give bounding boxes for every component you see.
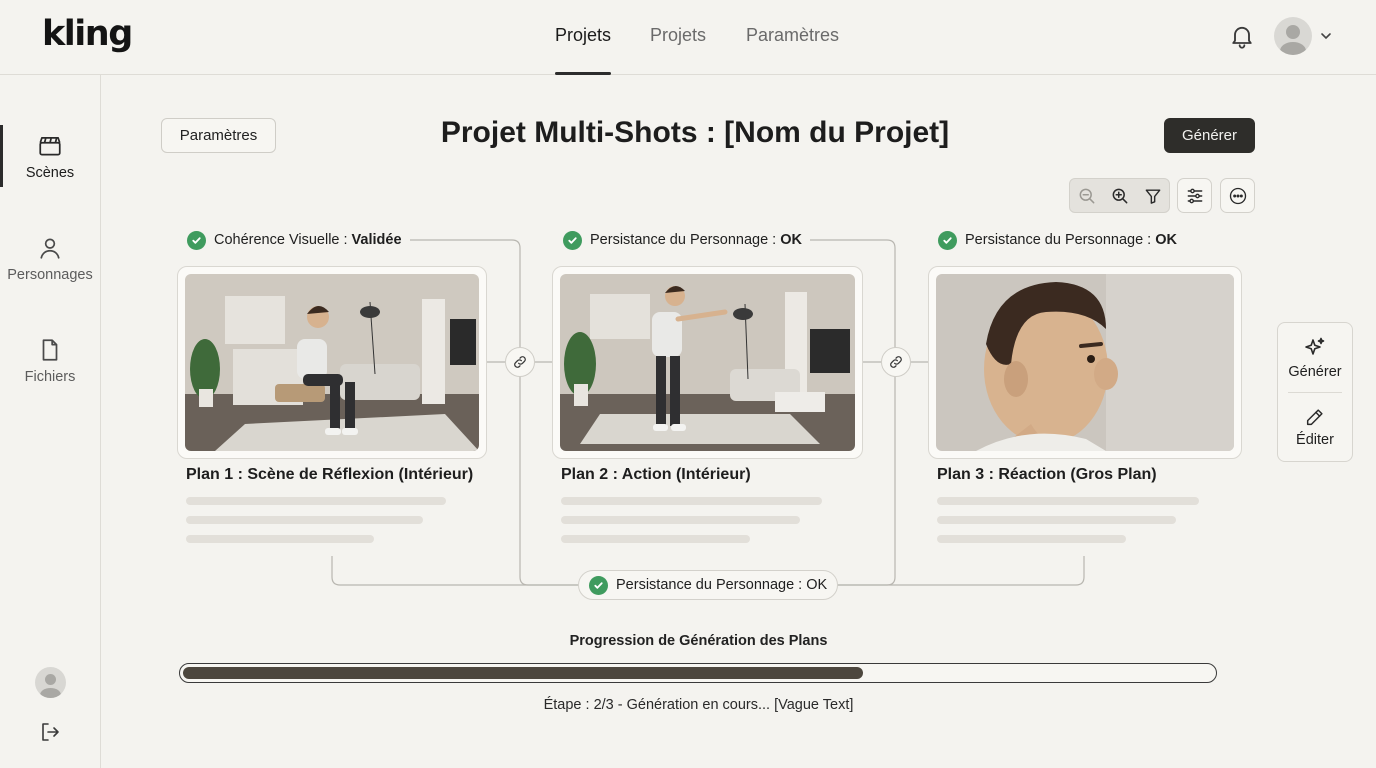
quick-actions-panel: Générer Éditer bbox=[1277, 322, 1353, 462]
person-icon bbox=[40, 238, 60, 259]
placeholder-line bbox=[561, 516, 800, 524]
shot-thumbnail-1 bbox=[185, 274, 479, 451]
sidebar-item-label: Personnages bbox=[7, 267, 93, 283]
placeholder-line bbox=[937, 516, 1176, 524]
badge-value: OK bbox=[1155, 232, 1177, 248]
check-icon bbox=[563, 230, 582, 250]
top-bar: kling Projets Projets Paramètres bbox=[0, 0, 1376, 75]
parameters-button[interactable]: Paramètres bbox=[161, 118, 276, 153]
progress-fill bbox=[183, 667, 863, 679]
placeholder-line bbox=[186, 497, 446, 505]
sidebar-item-personnages[interactable]: Personnages bbox=[0, 235, 100, 283]
badge-value: OK bbox=[780, 232, 802, 248]
nav-tab-parametres[interactable]: Paramètres bbox=[746, 25, 839, 75]
badge-label: Cohérence Visuelle : bbox=[214, 232, 348, 248]
persistence-summary-badge: Persistance du Personnage : OK bbox=[578, 570, 838, 600]
bell-icon[interactable] bbox=[1228, 22, 1256, 50]
shot-title-2: Plan 2 : Action (Intérieur) bbox=[561, 466, 751, 483]
placeholder-line bbox=[186, 516, 423, 524]
check-icon bbox=[187, 230, 206, 250]
panel-divider bbox=[1288, 392, 1342, 393]
app-logo[interactable]: kling bbox=[42, 14, 133, 54]
clapperboard-icon bbox=[39, 137, 61, 156]
filter-icon[interactable] bbox=[1143, 186, 1163, 206]
placeholder-line bbox=[561, 535, 750, 543]
sliders-icon bbox=[1187, 188, 1202, 203]
shot-title-1: Plan 1 : Scène de Réflexion (Intérieur) bbox=[186, 466, 474, 483]
file-icon bbox=[42, 339, 58, 361]
shot-card-3[interactable] bbox=[928, 266, 1242, 459]
page-title: Projet Multi-Shots : [Nom du Projet] bbox=[440, 116, 950, 149]
placeholder-line bbox=[937, 535, 1126, 543]
pencil-icon bbox=[1306, 409, 1323, 426]
nav-tab-projets-2[interactable]: Projets bbox=[650, 25, 706, 75]
link-icon bbox=[514, 356, 526, 368]
check-icon bbox=[938, 230, 957, 250]
progress-title: Progression de Génération des Plans bbox=[569, 633, 828, 649]
check-icon bbox=[589, 575, 608, 595]
progress-status: Étape : 2/3 - Génération en cours... [Va… bbox=[543, 697, 854, 713]
placeholder-line bbox=[561, 497, 822, 505]
shot-card-2[interactable] bbox=[552, 266, 863, 459]
shot-thumbnail-3 bbox=[936, 274, 1234, 451]
more-button[interactable] bbox=[1220, 178, 1255, 213]
badge-label: Persistance du Personnage : bbox=[965, 232, 1152, 248]
sidebar: Scènes Personnages Fichiers bbox=[0, 75, 101, 768]
link-button-1-2[interactable] bbox=[505, 347, 535, 377]
placeholder-line bbox=[186, 535, 374, 543]
sliders-button[interactable] bbox=[1177, 178, 1212, 213]
logout-icon[interactable] bbox=[38, 720, 62, 744]
panel-edit-label: Éditer bbox=[1296, 432, 1334, 448]
more-icon bbox=[1229, 187, 1246, 204]
shot-thumbnail-2 bbox=[560, 274, 855, 451]
shot-card-1[interactable] bbox=[177, 266, 487, 459]
user-avatar[interactable] bbox=[35, 667, 66, 698]
persistence-badge-3: Persistance du Personnage : OK bbox=[938, 229, 1185, 251]
coherence-badge: Cohérence Visuelle : Validée bbox=[187, 229, 410, 251]
badge-value: Validée bbox=[351, 232, 402, 248]
link-button-2-3[interactable] bbox=[881, 347, 911, 377]
generate-button[interactable]: Générer bbox=[1164, 118, 1255, 153]
sidebar-item-label: Scènes bbox=[25, 165, 75, 181]
sidebar-item-scenes[interactable]: Scènes bbox=[0, 133, 100, 181]
link-icon bbox=[890, 356, 902, 368]
shot-title-3: Plan 3 : Réaction (Gros Plan) bbox=[937, 466, 1157, 483]
chevron-down-icon[interactable] bbox=[1318, 28, 1334, 44]
zoom-filter-toolgroup bbox=[1069, 178, 1170, 213]
sidebar-item-label: Fichiers bbox=[24, 369, 76, 385]
panel-generate-button[interactable]: Générer bbox=[1278, 336, 1352, 380]
nav-tab-projets[interactable]: Projets bbox=[555, 25, 612, 75]
zoom-in-icon[interactable] bbox=[1110, 186, 1130, 206]
persistence-badge-2: Persistance du Personnage : OK bbox=[563, 229, 810, 251]
sparkle-icon bbox=[1305, 337, 1325, 355]
badge-label: Persistance du Personnage : OK bbox=[616, 577, 828, 593]
progress-bar bbox=[179, 663, 1217, 683]
badge-label: Persistance du Personnage : bbox=[590, 232, 777, 248]
zoom-out-icon[interactable] bbox=[1077, 186, 1097, 206]
panel-edit-button[interactable]: Éditer bbox=[1278, 406, 1352, 448]
placeholder-line bbox=[937, 497, 1199, 505]
user-avatar[interactable] bbox=[1274, 17, 1312, 55]
panel-generate-label: Générer bbox=[1288, 364, 1342, 380]
sidebar-item-fichiers[interactable]: Fichiers bbox=[0, 337, 100, 385]
